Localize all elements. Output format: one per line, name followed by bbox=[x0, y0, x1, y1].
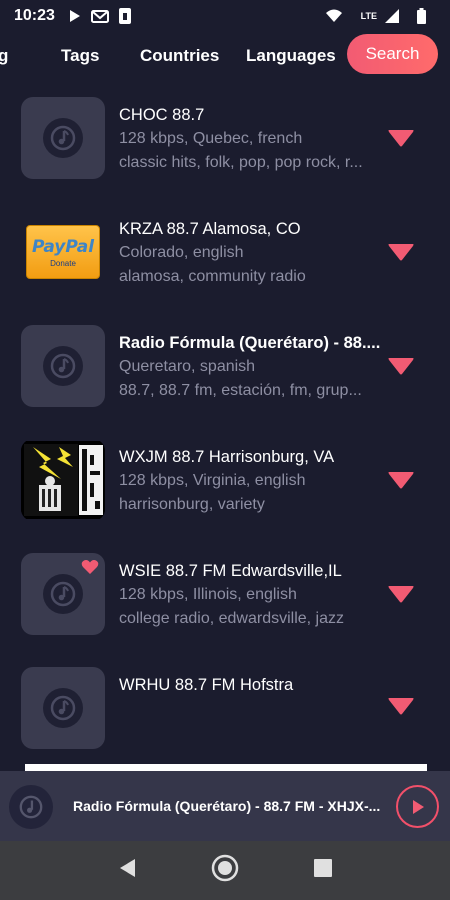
station-list: CHOC 88.7 128 kbps, Quebec, french class… bbox=[0, 90, 450, 770]
back-icon[interactable] bbox=[117, 857, 137, 884]
message-icon bbox=[90, 9, 109, 23]
tab-search[interactable]: Search bbox=[347, 34, 438, 74]
station-row[interactable]: WRHU 88.7 FM Hofstra bbox=[0, 660, 450, 770]
signal-icon bbox=[385, 9, 399, 23]
station-tags: college radio, edwardsville, jazz bbox=[119, 610, 344, 627]
station-thumbnail bbox=[21, 97, 105, 179]
home-icon[interactable] bbox=[211, 854, 239, 887]
play-store-icon bbox=[69, 9, 81, 23]
station-subtitle: Colorado, english bbox=[119, 244, 244, 261]
station-title: KRZA 88.7 Alamosa, CO bbox=[119, 220, 301, 238]
system-navigation-bar bbox=[0, 841, 450, 900]
station-subtitle: Queretaro, spanish bbox=[119, 358, 256, 375]
paypal-donate-logo: PayPal Donate bbox=[26, 225, 100, 279]
paypal-brand-pal: Pal bbox=[65, 236, 95, 257]
status-time: 10:23 bbox=[14, 7, 55, 24]
favorite-heart-icon bbox=[81, 559, 99, 580]
expand-chevron-icon[interactable] bbox=[387, 128, 415, 153]
mini-player[interactable]: Radio Fórmula (Querétaro) - 88.7 FM - XH… bbox=[0, 771, 450, 841]
sim-icon bbox=[118, 8, 131, 24]
station-thumbnail bbox=[21, 439, 105, 521]
tab-partial[interactable]: g bbox=[0, 46, 8, 66]
disc-icon bbox=[43, 688, 83, 728]
tab-countries[interactable]: Countries bbox=[140, 46, 219, 66]
disc-icon bbox=[43, 118, 83, 158]
network-type: LTE bbox=[360, 11, 377, 21]
station-row[interactable]: PayPal Donate KRZA 88.7 Alamosa, CO Colo… bbox=[0, 204, 450, 318]
recents-icon[interactable] bbox=[313, 858, 333, 883]
disc-icon bbox=[43, 574, 83, 614]
station-row[interactable]: WSIE 88.7 FM Edwardsville,IL 128 kbps, I… bbox=[0, 546, 450, 660]
station-subtitle: 128 kbps, Illinois, english bbox=[119, 586, 297, 603]
wifi-icon bbox=[325, 9, 343, 23]
station-row[interactable]: WXJM 88.7 Harrisonburg, VA 128 kbps, Vir… bbox=[0, 432, 450, 546]
expand-chevron-icon[interactable] bbox=[387, 242, 415, 267]
station-thumbnail bbox=[21, 553, 105, 635]
expand-chevron-icon[interactable] bbox=[387, 584, 415, 609]
paypal-brand-pay: Pay bbox=[31, 236, 66, 257]
station-row[interactable]: CHOC 88.7 128 kbps, Quebec, french class… bbox=[0, 90, 450, 204]
disc-icon bbox=[43, 346, 83, 386]
paypal-donate-label: Donate bbox=[50, 258, 76, 268]
player-title: Radio Fórmula (Querétaro) - 88.7 FM - XH… bbox=[73, 798, 381, 814]
expand-chevron-icon[interactable] bbox=[387, 356, 415, 381]
tab-tags[interactable]: Tags bbox=[61, 46, 99, 66]
station-tags: classic hits, folk, pop, pop rock, r... bbox=[119, 154, 363, 171]
tab-languages[interactable]: Languages bbox=[246, 46, 336, 66]
station-title: WXJM 88.7 Harrisonburg, VA bbox=[119, 448, 335, 466]
station-subtitle: 128 kbps, Quebec, french bbox=[119, 130, 303, 147]
station-thumbnail: PayPal Donate bbox=[21, 211, 105, 293]
play-icon bbox=[412, 799, 424, 814]
station-thumbnail bbox=[21, 325, 105, 407]
station-title: WRHU 88.7 FM Hofstra bbox=[119, 676, 294, 694]
station-tags: 88.7, 88.7 fm, estación, fm, grup... bbox=[119, 382, 362, 399]
play-button[interactable] bbox=[396, 785, 439, 828]
station-title: Radio Fórmula (Querétaro) - 88.... bbox=[119, 334, 381, 352]
station-thumbnail bbox=[21, 667, 105, 749]
wxjm-logo bbox=[21, 441, 105, 519]
station-title: CHOC 88.7 bbox=[119, 106, 205, 124]
status-bar: 10:23 LTE bbox=[0, 0, 450, 32]
player-disc-icon bbox=[9, 785, 53, 829]
station-title: WSIE 88.7 FM Edwardsville,IL bbox=[119, 562, 342, 580]
station-tags: alamosa, community radio bbox=[119, 268, 306, 285]
station-subtitle: 128 kbps, Virginia, english bbox=[119, 472, 306, 489]
station-row[interactable]: Radio Fórmula (Querétaro) - 88.... Quere… bbox=[0, 318, 450, 432]
station-tags: harrisonburg, variety bbox=[119, 496, 265, 513]
expand-chevron-icon[interactable] bbox=[387, 470, 415, 495]
expand-chevron-icon[interactable] bbox=[387, 696, 415, 721]
battery-icon bbox=[417, 8, 426, 24]
